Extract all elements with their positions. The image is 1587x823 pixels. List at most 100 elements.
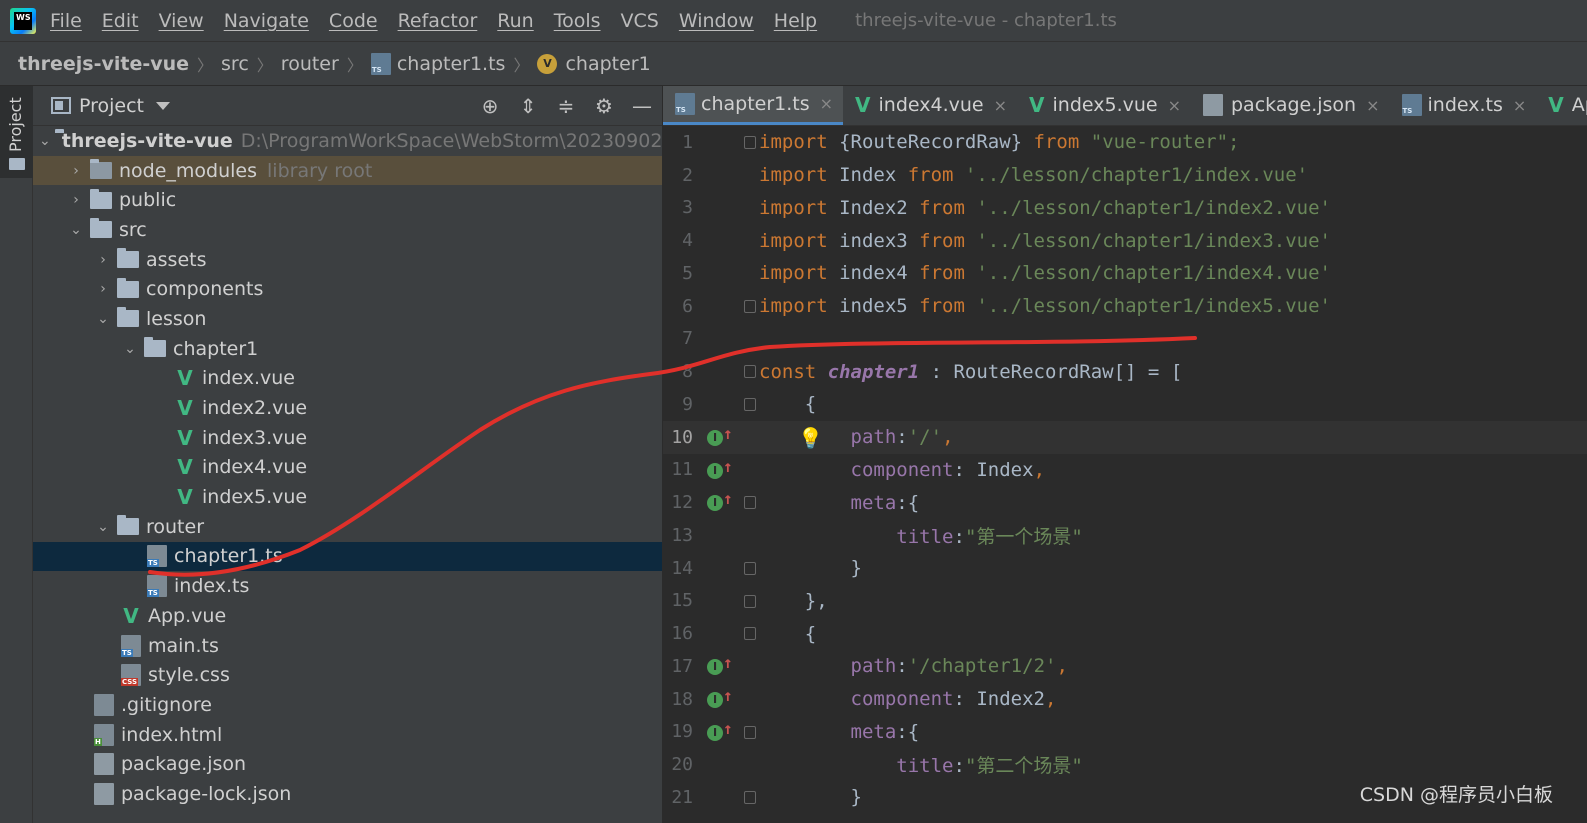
project-toolbar: ⊕ ⇕ ≑ ⚙ — [478, 94, 654, 118]
tree-item-package-lock-json[interactable]: package-lock.json [33, 779, 662, 809]
tree-item-gitignore[interactable]: .gitignore [33, 690, 662, 720]
chevron-down-icon[interactable]: ⌄ [120, 341, 140, 357]
fold-marker-icon[interactable] [744, 299, 756, 313]
property: title [896, 755, 954, 778]
tab-app-vue[interactable]: V App [1536, 86, 1587, 125]
gutter [693, 159, 753, 192]
overridden-marker-icon[interactable]: I [707, 659, 723, 675]
typescript-file-icon [370, 52, 391, 75]
breadcrumb-router[interactable]: router [281, 53, 339, 75]
line-number: 11 [671, 459, 693, 481]
tree-item-package-json[interactable]: package.json [33, 749, 662, 779]
chevron-right-icon[interactable]: › [66, 192, 86, 208]
close-icon[interactable]: × [1366, 96, 1379, 115]
fold-marker-icon[interactable] [744, 627, 756, 641]
overridden-marker-icon[interactable]: I [707, 429, 723, 446]
gear-icon[interactable]: ⚙ [592, 94, 616, 118]
tree-item-main-ts[interactable]: TS main.ts [33, 631, 662, 661]
overridden-marker-icon[interactable]: I [707, 462, 723, 479]
tree-item-style-css[interactable]: CSS style.css [33, 660, 662, 690]
fold-marker-icon[interactable] [744, 365, 756, 379]
fold-marker-icon[interactable] [744, 791, 756, 804]
tree-item-index5-vue[interactable]: V index5.vue [33, 482, 662, 512]
chevron-right-icon[interactable]: › [93, 281, 113, 297]
menu-refactor[interactable]: Refactor [398, 10, 478, 32]
project-view-title[interactable]: Project [79, 95, 144, 117]
breadcrumb-symbol[interactable]: Vchapter1 [537, 53, 651, 75]
tree-item-components[interactable]: › components [33, 274, 662, 304]
close-icon[interactable]: × [994, 96, 1007, 115]
code-token: : [896, 426, 908, 449]
tab-package-json[interactable]: package.json × [1191, 86, 1390, 125]
tree-item-node-modules[interactable]: › node_modules library root [33, 155, 662, 186]
tree-item-app-vue[interactable]: V App.vue [33, 601, 662, 631]
tree-item-router[interactable]: ⌄ router [33, 512, 662, 542]
tab-chapter1-ts[interactable]: chapter1.ts × [663, 86, 844, 125]
project-tool-tab[interactable]: Project [0, 86, 33, 178]
chevron-down-icon[interactable]: ⌄ [93, 519, 113, 535]
tree-item-chapter1[interactable]: ⌄ chapter1 [33, 334, 662, 364]
menu-tools[interactable]: Tools [554, 10, 601, 32]
overridden-marker-icon[interactable]: I [707, 724, 723, 741]
tree-item-label: router [146, 515, 205, 538]
menu-vcs[interactable]: VCS [621, 10, 659, 32]
code-token: :{ [896, 720, 920, 743]
overridden-marker-icon[interactable]: I [707, 495, 723, 512]
close-icon[interactable]: × [820, 94, 833, 113]
tree-item-index2-vue[interactable]: V index2.vue [33, 393, 662, 423]
gutter [693, 126, 756, 159]
breadcrumb-src[interactable]: src [221, 53, 249, 75]
tree-item-assets[interactable]: › assets [33, 245, 662, 275]
tab-index5-vue[interactable]: V index5.vue × [1017, 86, 1191, 125]
close-icon[interactable]: × [1513, 96, 1526, 115]
fold-marker-icon[interactable] [744, 594, 756, 608]
tab-index-ts[interactable]: index.ts × [1390, 86, 1537, 125]
tree-item-public[interactable]: › public [33, 185, 662, 215]
menu-view[interactable]: View [159, 10, 204, 32]
menu-edit[interactable]: Edit [102, 10, 139, 32]
tab-index4-vue[interactable]: V index4.vue × [843, 86, 1017, 125]
menu-window[interactable]: Window [679, 10, 754, 32]
chevron-right-icon[interactable]: › [66, 163, 86, 179]
close-icon[interactable]: × [1168, 96, 1181, 115]
menu-navigate[interactable]: Navigate [224, 10, 309, 32]
breadcrumb-project[interactable]: threejs-vite-vue [18, 53, 189, 75]
tree-item-index-html[interactable]: H index.html [33, 720, 662, 750]
lightbulb-icon[interactable]: 💡 [798, 426, 823, 450]
typescript-file-icon: TS [147, 575, 167, 598]
fold-marker-icon[interactable] [744, 561, 756, 575]
code-area[interactable]: 1 import {RouteRecordRaw} from "vue-rout… [663, 126, 1587, 814]
fold-marker-icon[interactable] [744, 136, 756, 149]
chevron-down-icon[interactable] [156, 101, 171, 110]
chevron-down-icon[interactable]: ⌄ [39, 133, 51, 149]
fold-marker-icon[interactable] [744, 725, 756, 739]
menu-file[interactable]: File [50, 10, 82, 32]
chevron-right-icon[interactable]: › [93, 252, 113, 268]
expand-all-icon[interactable]: ⇕ [516, 94, 540, 118]
tree-item-index3-vue[interactable]: V index3.vue [33, 423, 662, 453]
line-number: 1 [682, 131, 693, 153]
tree-item-chapter1-ts[interactable]: TS chapter1.ts [33, 541, 662, 572]
tree-item-index-vue[interactable]: V index.vue [33, 364, 662, 394]
tree-item-index-ts[interactable]: TS index.ts [33, 571, 662, 601]
breadcrumb-file[interactable]: chapter1.ts [370, 52, 505, 75]
locate-icon[interactable]: ⊕ [478, 94, 502, 118]
menu-code[interactable]: Code [329, 10, 378, 32]
tree-item-lesson[interactable]: ⌄ lesson [33, 304, 662, 334]
menu-help[interactable]: Help [774, 10, 817, 32]
tree-item-root[interactable]: ⌄ threejs-vite-vue D:\ProgramWorkSpace\W… [33, 126, 662, 156]
tree-item-src[interactable]: ⌄ src [33, 215, 662, 245]
chevron-down-icon[interactable]: ⌄ [66, 222, 86, 238]
tree-item-index4-vue[interactable]: V index4.vue [33, 453, 662, 483]
vue-file-icon: V [177, 455, 193, 480]
minimize-icon[interactable]: — [630, 94, 654, 118]
fold-marker-icon[interactable] [744, 496, 756, 510]
overridden-marker-icon[interactable]: I [707, 691, 723, 708]
tab-label: package.json [1231, 94, 1357, 116]
chevron-down-icon[interactable]: ⌄ [93, 311, 113, 327]
collapse-all-icon[interactable]: ≑ [554, 94, 578, 118]
menu-run[interactable]: Run [497, 10, 533, 32]
constant-name: chapter1 [827, 360, 920, 383]
fold-marker-icon[interactable] [744, 398, 756, 411]
